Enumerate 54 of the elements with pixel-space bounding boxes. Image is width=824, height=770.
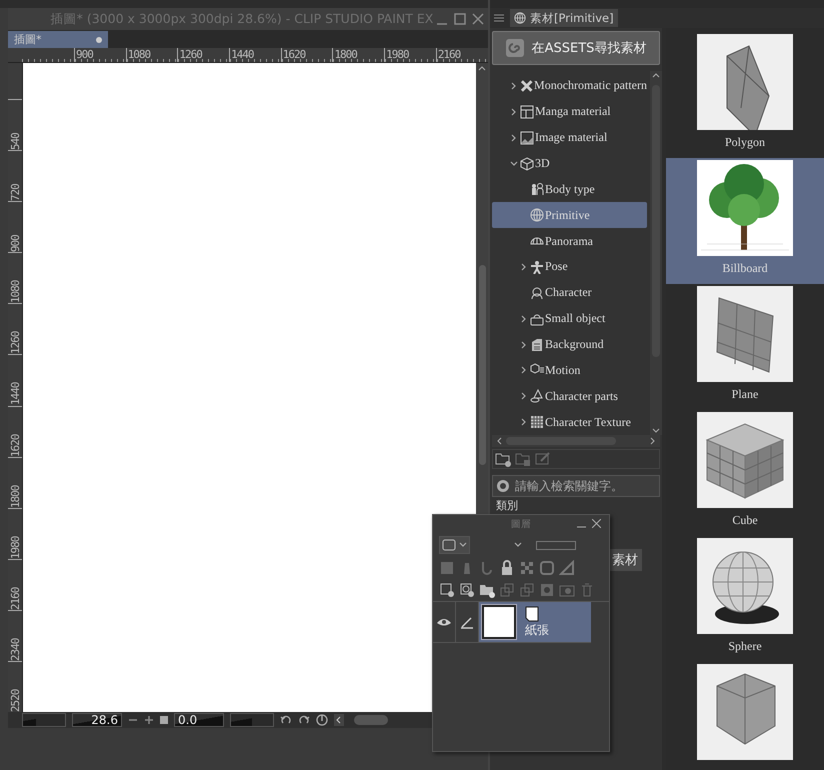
tree-item[interactable]: Background <box>492 332 647 358</box>
layer-row[interactable]: 紙張 <box>433 602 591 643</box>
ruler-label: 2160 <box>8 586 22 610</box>
search-field[interactable]: 請輸入檢索關鍵字。 <box>492 475 660 497</box>
ruler-label: 540 <box>8 132 22 150</box>
thumbnail-label: Cube <box>732 513 758 528</box>
tree-item[interactable]: Motion <box>492 357 647 384</box>
material-button[interactable]: 素材 <box>608 549 642 571</box>
panel-tab[interactable]: 素材[Primitive] <box>510 9 618 27</box>
ruler-label: 1080 <box>128 48 150 61</box>
tree-item[interactable]: Monochromatic pattern <box>492 73 647 99</box>
ruler-label: 2160 <box>438 48 460 61</box>
tree-item[interactable]: Character <box>492 280 647 306</box>
ruler-label: 1260 <box>8 330 22 354</box>
material-thumbnail[interactable]: Cube <box>666 410 824 536</box>
material-thumbnail[interactable]: Sphere <box>666 536 824 662</box>
material-thumbnail[interactable]: Plane <box>666 284 824 410</box>
tree-item[interactable]: Panorama <box>492 228 647 254</box>
ruler-label: 2340 <box>8 637 22 661</box>
ruler-label: 1800 <box>8 484 22 508</box>
ruler-label: 1620 <box>8 433 22 457</box>
tree-item[interactable]: Small object <box>492 306 647 332</box>
zoom-field[interactable]: 28.6 <box>72 713 122 727</box>
ruler-label: 900 <box>8 234 22 252</box>
ruler-label: 900 <box>76 48 93 61</box>
ruler-label: 1980 <box>386 48 409 61</box>
material-thumbnail[interactable]: Billboard <box>666 158 824 284</box>
thumbnail-label: Sphere <box>728 639 762 654</box>
layer-name: 紙張 <box>525 622 550 638</box>
window-title: 圖層 <box>511 518 531 530</box>
category-label: 類別 <box>496 498 518 513</box>
thumbnail-label: Plane <box>732 387 758 402</box>
ruler-label: 2520 <box>8 688 22 712</box>
tree-item[interactable]: Character parts <box>492 383 647 410</box>
ruler-label: 1440 <box>231 48 254 61</box>
ruler-label: 1080 <box>8 279 22 304</box>
ruler-label: 1980 <box>8 535 22 559</box>
ruler-label: 1620 <box>282 48 306 61</box>
material-thumbnail[interactable]: Polygon <box>666 32 824 158</box>
thumbnail-label: Polygon <box>724 135 765 150</box>
thumbnail-label: Billboard <box>722 261 768 276</box>
tree-item[interactable]: Body type <box>492 176 647 202</box>
tree-item[interactable]: Image material <box>492 124 647 151</box>
tree-item[interactable]: Pose <box>492 254 647 280</box>
ruler-label: 720 <box>8 183 22 202</box>
tree-item[interactable]: Manga material <box>492 98 647 125</box>
tree-item[interactable]: Primitive <box>492 202 647 228</box>
assets-button[interactable]: 在ASSETS尋找素材 <box>492 31 660 65</box>
ruler-label: 1260 <box>179 48 202 61</box>
tree-item[interactable]: 3D <box>492 150 647 176</box>
ruler-label: 1800 <box>334 48 357 61</box>
tree-item[interactable]: Character Texture <box>492 409 647 435</box>
rotation-field[interactable]: 0.0 <box>174 713 224 727</box>
ruler-label: 1440 <box>8 382 22 406</box>
